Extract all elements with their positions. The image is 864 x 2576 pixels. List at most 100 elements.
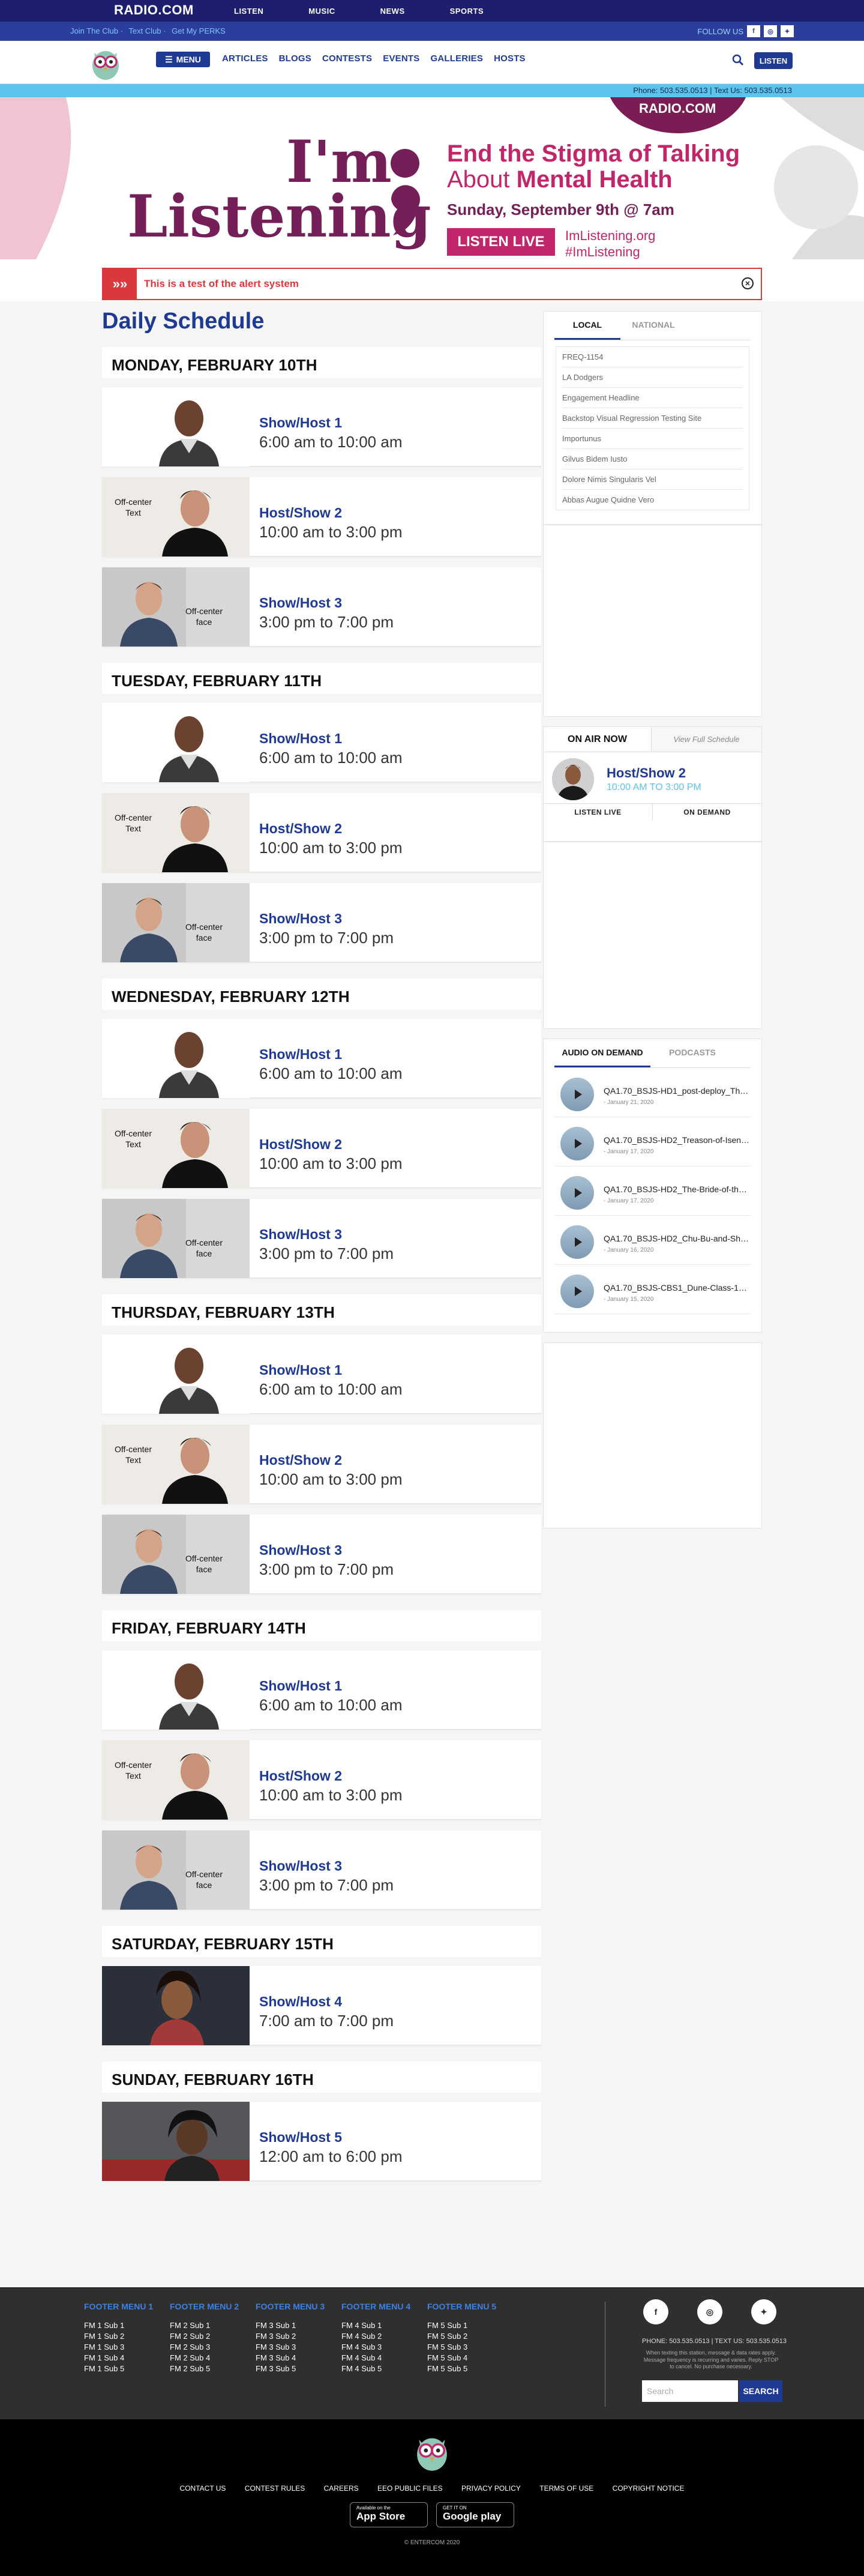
play-icon[interactable] [560, 1127, 594, 1160]
view-schedule-link[interactable]: View Full Schedule [652, 727, 761, 752]
top-nav-listen[interactable]: LISTEN [234, 7, 263, 16]
show-card[interactable]: Off-center Text Host/Show 2 10:00 am to 3… [102, 477, 541, 557]
link-item[interactable]: Gilvus Bidem Iusto [562, 449, 743, 469]
footer-menu-item[interactable]: FM 1 Sub 1 [84, 2321, 153, 2330]
footer-menu-item[interactable]: FM 1 Sub 3 [84, 2342, 153, 2351]
terms-link[interactable]: TERMS OF USE [539, 2484, 593, 2493]
audio-title[interactable]: QA1.70_BSJS-HD2_Treason-of-Isengard... [604, 1135, 751, 1145]
footer-menu-title[interactable]: FOOTER MENU 4 [341, 2302, 410, 2311]
footer-menu-item[interactable]: FM 4 Sub 3 [341, 2342, 410, 2351]
footer-search-input[interactable]: Search [642, 2380, 738, 2402]
audio-item[interactable]: QA1.70_BSJS-HD2_The-Bride-of-the-Mo... -… [554, 1166, 751, 1216]
footer-menu-item[interactable]: FM 5 Sub 3 [427, 2342, 496, 2351]
footer-menu-title[interactable]: FOOTER MENU 2 [170, 2302, 239, 2311]
link-item[interactable]: FREQ-1154 [562, 347, 743, 367]
footer-menu-title[interactable]: FOOTER MENU 3 [256, 2302, 325, 2311]
show-card[interactable]: Off-center face Show/Host 3 3:00 pm to 7:… [102, 883, 541, 962]
footer-search-button[interactable]: SEARCH [739, 2380, 782, 2402]
audio-item[interactable]: QA1.70_BSJS-HD2_Chu-Bu-and-Sheemer... - … [554, 1216, 751, 1265]
show-name[interactable]: Host/Show 2 [259, 1136, 342, 1153]
show-card[interactable]: Show/Host 1 6:00 am to 10:00 am [102, 387, 541, 466]
privacy-link[interactable]: PRIVACY POLICY [461, 2484, 521, 2493]
join-club-link[interactable]: Join The Club [70, 26, 118, 35]
show-card[interactable]: Off-center face Show/Host 3 3:00 pm to 7:… [102, 567, 541, 647]
facebook-icon[interactable]: f [643, 2299, 668, 2324]
footer-menu-item[interactable]: FM 3 Sub 1 [256, 2321, 325, 2330]
show-name[interactable]: Show/Host 1 [259, 1362, 342, 1378]
show-name[interactable]: Show/Host 3 [259, 1226, 342, 1243]
show-card[interactable]: Show/Host 5 12:00 am to 6:00 pm [102, 2102, 541, 2181]
contact-link[interactable]: CONTACT US [180, 2484, 226, 2493]
show-name[interactable]: Show/Host 1 [259, 731, 342, 747]
play-icon[interactable] [560, 1274, 594, 1308]
copyright-link[interactable]: COPYRIGHT NOTICE [613, 2484, 685, 2493]
perks-link[interactable]: Get My PERKS [172, 26, 226, 35]
app-store-badge[interactable]: Available on the App Store [350, 2502, 428, 2527]
footer-menu-title[interactable]: FOOTER MENU 5 [427, 2302, 496, 2311]
twitter-icon[interactable]: ✦ [781, 25, 794, 37]
link-item[interactable]: Engagement Headline [562, 388, 743, 408]
close-icon[interactable]: ✕ [742, 277, 754, 289]
footer-menu-item[interactable]: FM 2 Sub 4 [170, 2353, 239, 2362]
show-name[interactable]: Host/Show 2 [259, 505, 342, 521]
tab-podcasts[interactable]: PODCASTS [650, 1039, 734, 1067]
eeo-link[interactable]: EEO PUBLIC FILES [377, 2484, 443, 2493]
show-card[interactable]: Off-center face Show/Host 3 3:00 pm to 7:… [102, 1199, 541, 1278]
audio-title[interactable]: QA1.70_BSJS-HD1_post-deploy_The-Ma... [604, 1086, 751, 1096]
link-item[interactable]: Importunus [562, 429, 743, 449]
footer-menu-item[interactable]: FM 5 Sub 5 [427, 2364, 496, 2373]
google-play-badge[interactable]: GET IT ON Google play [436, 2502, 514, 2527]
top-nav-sports[interactable]: SPORTS [450, 7, 484, 16]
tab-national[interactable]: NATIONAL [620, 312, 686, 340]
show-name[interactable]: Show/Host 4 [259, 1994, 342, 2010]
footer-menu-item[interactable]: FM 1 Sub 4 [84, 2353, 153, 2362]
footer-menu-item[interactable]: FM 3 Sub 3 [256, 2342, 325, 2351]
footer-menu-item[interactable]: FM 1 Sub 2 [84, 2332, 153, 2341]
tab-local[interactable]: LOCAL [554, 312, 620, 340]
show-name[interactable]: Host/Show 2 [259, 821, 342, 837]
footer-menu-item[interactable]: FM 5 Sub 4 [427, 2353, 496, 2362]
hero-listen-live-button[interactable]: LISTEN LIVE [447, 228, 555, 256]
footer-menu-item[interactable]: FM 2 Sub 3 [170, 2342, 239, 2351]
careers-link[interactable]: CAREERS [324, 2484, 359, 2493]
link-item[interactable]: Backstop Visual Regression Testing Site [562, 408, 743, 429]
facebook-icon[interactable]: f [747, 25, 760, 37]
show-name[interactable]: Host/Show 2 [259, 1768, 342, 1784]
audio-title[interactable]: QA1.70_BSJS-HD2_Chu-Bu-and-Sheemer... [604, 1234, 751, 1243]
play-icon[interactable] [560, 1225, 594, 1259]
search-icon[interactable] [732, 54, 744, 66]
footer-menu-item[interactable]: FM 4 Sub 2 [341, 2332, 410, 2341]
audio-title[interactable]: QA1.70_BSJS-HD2_The-Bride-of-the-Mo... [604, 1184, 751, 1194]
top-nav-music[interactable]: MUSIC [308, 7, 335, 16]
show-card[interactable]: Off-center face Show/Host 3 3:00 pm to 7:… [102, 1515, 541, 1594]
play-icon[interactable] [560, 1078, 594, 1111]
show-card[interactable]: Off-center Text Host/Show 2 10:00 am to 3… [102, 1425, 541, 1504]
footer-menu-item[interactable]: FM 3 Sub 4 [256, 2353, 325, 2362]
instagram-icon[interactable]: ◎ [697, 2299, 722, 2324]
footer-menu-item[interactable]: FM 2 Sub 1 [170, 2321, 239, 2330]
show-name[interactable]: Show/Host 3 [259, 595, 342, 611]
link-item[interactable]: Dolore Nimis Singularis Vel [562, 469, 743, 490]
footer-menu-item[interactable]: FM 2 Sub 5 [170, 2364, 239, 2373]
footer-menu-item[interactable]: FM 4 Sub 1 [341, 2321, 410, 2330]
link-item[interactable]: Abbas Augue Quidne Vero [562, 490, 743, 510]
link-item[interactable]: LA Dodgers [562, 367, 743, 388]
nav-contests[interactable]: CONTESTS [322, 53, 372, 64]
on-demand-button[interactable]: ON DEMAND [653, 804, 761, 821]
instagram-icon[interactable]: ◎ [764, 25, 777, 37]
listen-live-button[interactable]: LISTEN LIVE [544, 804, 653, 821]
hero-banner[interactable]: RADIO.COM I'm Listening End the Stigma o… [0, 97, 864, 259]
show-card[interactable]: Show/Host 1 6:00 am to 10:00 am [102, 1019, 541, 1098]
footer-menu-item[interactable]: FM 4 Sub 5 [341, 2364, 410, 2373]
show-card[interactable]: Show/Host 1 6:00 am to 10:00 am [102, 703, 541, 782]
show-name[interactable]: Show/Host 1 [259, 1046, 342, 1063]
show-name[interactable]: Show/Host 3 [259, 911, 342, 927]
twitter-icon[interactable]: ✦ [751, 2299, 776, 2324]
show-name[interactable]: Show/Host 1 [259, 415, 342, 431]
nav-articles[interactable]: ARTICLES [222, 53, 268, 64]
radio-logo[interactable]: RADIO.COM [114, 2, 194, 18]
contest-rules-link[interactable]: CONTEST RULES [245, 2484, 305, 2493]
footer-menu-item[interactable]: FM 5 Sub 2 [427, 2332, 496, 2341]
nav-events[interactable]: EVENTS [383, 53, 419, 64]
play-icon[interactable] [560, 1176, 594, 1210]
